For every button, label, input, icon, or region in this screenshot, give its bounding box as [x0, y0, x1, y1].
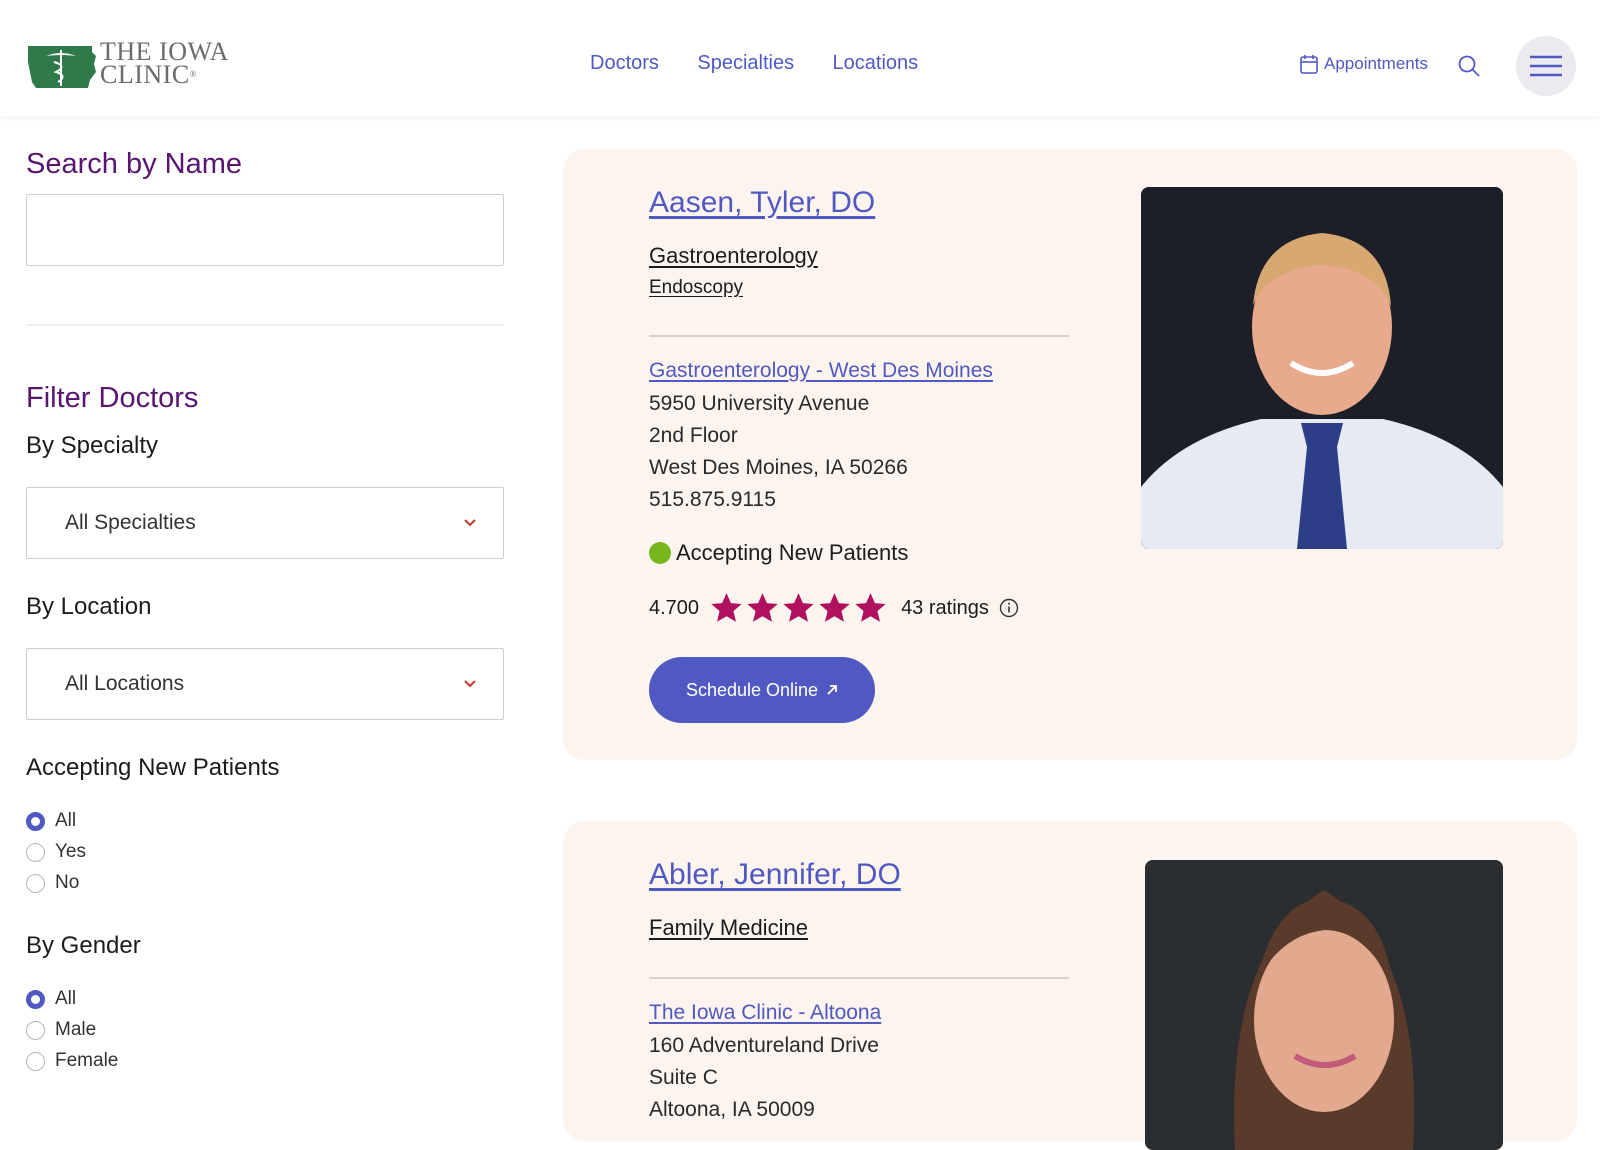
doctor-name-link[interactable]: Abler, Jennifer, DO	[649, 858, 901, 892]
external-arrow-icon	[827, 685, 837, 695]
card-divider	[649, 977, 1069, 979]
radio-label: All	[55, 988, 77, 1009]
appointments-link[interactable]: Appointments	[1300, 54, 1428, 74]
location-select-value: All Locations	[65, 672, 185, 695]
accepting-radio-all[interactable]: All	[26, 810, 76, 832]
nav-locations[interactable]: Locations	[833, 52, 919, 75]
accepting-radio-yes[interactable]: Yes	[26, 841, 86, 863]
doctor-portrait-image	[1145, 860, 1503, 1150]
star-icon	[819, 593, 850, 622]
gender-radio-all[interactable]: All	[26, 988, 76, 1010]
radio-label: No	[55, 872, 80, 893]
chevron-down-icon	[464, 680, 476, 688]
address-line: West Des Moines, IA 50266	[649, 456, 908, 479]
logo-text: THE IOWA CLINIC®	[100, 39, 229, 89]
search-icon[interactable]	[1457, 54, 1481, 78]
logo-line-2: CLINIC	[100, 60, 190, 89]
accepting-label: Accepting New Patients	[676, 540, 909, 565]
specialty-link[interactable]: Family Medicine	[649, 915, 808, 941]
doctor-portrait-image	[1141, 187, 1503, 549]
specialty-select[interactable]: All Specialties	[26, 487, 504, 559]
accepting-new-patients-label: Accepting New Patients	[26, 754, 280, 781]
filter-doctors-heading: Filter Doctors	[26, 382, 199, 414]
logo-reg-mark: ®	[189, 69, 198, 79]
star-icon	[711, 593, 742, 622]
gender-radio-male[interactable]: Male	[26, 1019, 96, 1041]
schedule-online-label: Schedule Online	[685, 679, 819, 700]
radio-button[interactable]	[26, 811, 45, 831]
divider	[26, 324, 504, 326]
star-icon	[855, 593, 886, 622]
hamburger-icon	[1530, 55, 1562, 77]
status-dot-icon	[649, 542, 671, 564]
menu-button[interactable]	[1516, 36, 1576, 96]
rating-value: 4.700	[649, 596, 700, 619]
star-icon	[747, 593, 778, 622]
specialty-link[interactable]: Gastroenterology	[649, 243, 818, 269]
doctor-card: Abler, Jennifer, DO Family Medicine The …	[563, 821, 1577, 1150]
address-line: 5950 University Avenue	[649, 392, 870, 415]
search-by-name-heading: Search by Name	[26, 148, 242, 180]
location-select[interactable]: All Locations	[26, 648, 504, 720]
radio-label: Female	[55, 1050, 119, 1071]
radio-button[interactable]	[26, 1051, 45, 1071]
star-rating	[709, 591, 889, 625]
schedule-online-button[interactable]: Schedule Online	[649, 657, 875, 723]
iowa-clinic-logo[interactable]: THE IOWA CLINIC®	[26, 39, 236, 92]
location-link[interactable]: Gastroenterology - West Des Moines	[649, 359, 993, 383]
rating-row: 4.700 43 ratings	[649, 591, 1019, 625]
phone-number[interactable]: 515.875.9115	[649, 484, 776, 516]
address-line: Suite C	[649, 1066, 718, 1089]
site-header: THE IOWA CLINIC® Doctors Specialties Loc…	[0, 0, 1600, 116]
radio-label: Male	[55, 1019, 97, 1040]
radio-label: All	[55, 810, 77, 831]
address-line: 160 Adventureland Drive	[649, 1034, 879, 1057]
gender-radio-female[interactable]: Female	[26, 1050, 118, 1072]
address-line: Altoona, IA 50009	[649, 1098, 815, 1121]
doctor-name-link[interactable]: Aasen, Tyler, DO	[649, 186, 875, 220]
nav-specialties[interactable]: Specialties	[697, 52, 794, 75]
radio-button[interactable]	[26, 1020, 45, 1040]
info-icon[interactable]	[999, 598, 1019, 618]
by-gender-label: By Gender	[26, 932, 141, 959]
by-specialty-label: By Specialty	[26, 432, 159, 459]
ratings-count: 43 ratings	[901, 596, 989, 619]
main-nav: Doctors Specialties Locations	[590, 52, 952, 75]
doctor-photo	[1141, 187, 1503, 549]
iowa-state-logo-icon	[28, 46, 96, 88]
radio-label: Yes	[55, 841, 86, 862]
card-divider	[649, 335, 1069, 337]
appointments-label: Appointments	[1324, 54, 1428, 73]
doctor-card: Aasen, Tyler, DO Gastroenterology Endosc…	[563, 149, 1577, 760]
accepting-status: Accepting New Patients	[649, 540, 908, 566]
radio-button[interactable]	[26, 842, 45, 862]
by-location-label: By Location	[26, 593, 152, 620]
star-icon	[783, 593, 814, 622]
address-line: 2nd Floor	[649, 424, 738, 447]
radio-button[interactable]	[26, 989, 45, 1009]
name-search-input[interactable]	[26, 194, 504, 266]
doctor-photo	[1145, 860, 1503, 1150]
chevron-down-icon	[464, 519, 476, 527]
nav-doctors[interactable]: Doctors	[590, 52, 659, 75]
calendar-icon	[1300, 55, 1318, 74]
radio-button[interactable]	[26, 873, 45, 893]
specialty-link[interactable]: Endoscopy	[649, 277, 743, 299]
location-link[interactable]: The Iowa Clinic - Altoona	[649, 1001, 881, 1025]
specialty-select-value: All Specialties	[65, 511, 196, 534]
accepting-radio-no[interactable]: No	[26, 872, 79, 894]
